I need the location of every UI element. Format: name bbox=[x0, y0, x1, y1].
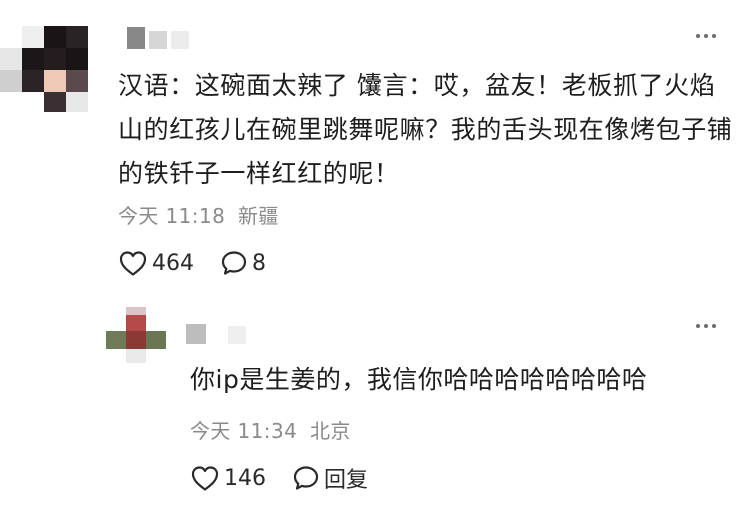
like-count: 464 bbox=[152, 250, 194, 276]
like-count: 146 bbox=[224, 465, 266, 491]
username[interactable] bbox=[186, 324, 256, 346]
comment-text: 你ip是生姜的，我信你哈哈哈哈哈哈哈哈 bbox=[190, 365, 648, 394]
reply-button[interactable]: 回复 bbox=[292, 462, 368, 494]
timestamp: 今天 11:18 bbox=[118, 204, 226, 228]
heart-outline-icon bbox=[119, 251, 147, 276]
timestamp: 今天 11:34 bbox=[190, 419, 298, 443]
speech-bubble-icon bbox=[221, 251, 247, 275]
username[interactable] bbox=[127, 27, 191, 51]
like-button[interactable]: 146 bbox=[190, 464, 266, 492]
more-options-button[interactable] bbox=[696, 34, 716, 38]
heart-outline-icon bbox=[191, 466, 219, 491]
ip-location: 北京 bbox=[309, 419, 351, 443]
avatar[interactable] bbox=[106, 303, 170, 363]
more-dots-icon bbox=[696, 324, 700, 328]
reply-label: 回复 bbox=[324, 468, 369, 493]
more-options-button[interactable] bbox=[696, 324, 716, 328]
more-dots-icon bbox=[696, 34, 700, 38]
speech-bubble-icon bbox=[293, 466, 319, 490]
comment-meta: 今天 11:18 新疆 bbox=[118, 200, 279, 229]
reply-count: 8 bbox=[252, 250, 266, 276]
like-button[interactable]: 464 bbox=[118, 249, 194, 277]
comment-actions: 146 回复 bbox=[190, 462, 368, 494]
ip-location: 新疆 bbox=[237, 204, 279, 228]
avatar[interactable] bbox=[0, 20, 108, 112]
comment-meta: 今天 11:34 北京 bbox=[190, 415, 351, 444]
comment-actions: 464 8 bbox=[118, 249, 266, 277]
comment-text: 汉语：这碗面太辣了 馕言：哎，盆友！老板抓了火焰山的红孩儿在碗里跳舞呢嘛？我的舌… bbox=[118, 71, 733, 188]
reply-button[interactable]: 8 bbox=[220, 249, 266, 277]
